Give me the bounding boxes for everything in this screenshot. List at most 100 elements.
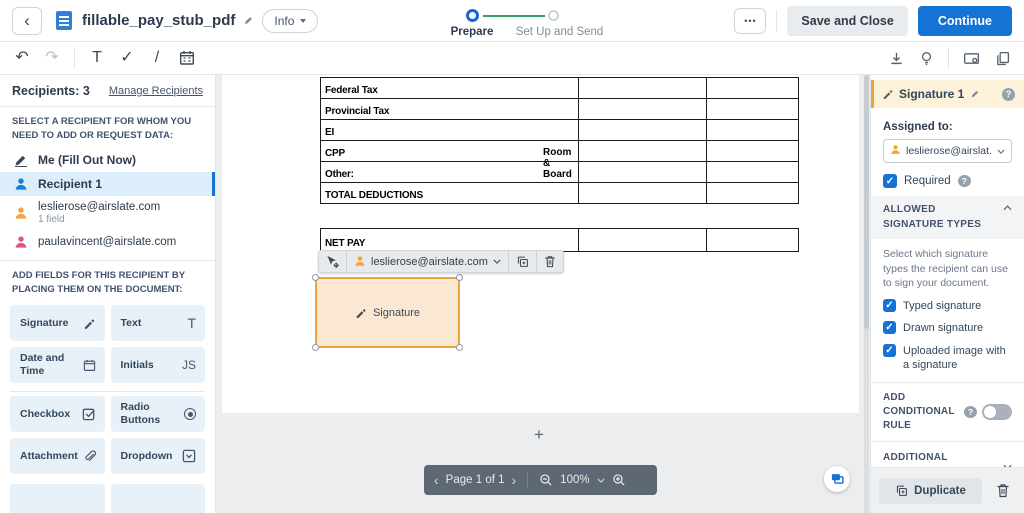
recipient-item-leslierose[interactable]: leslierose@airslate.com 1 field [0, 196, 215, 230]
field-assignee-dropdown[interactable]: leslierose@airslate.com [347, 251, 509, 272]
check-tool-icon[interactable]: ✓ [119, 50, 135, 66]
resize-handle[interactable] [312, 344, 319, 351]
signature-type-row: ✓ Uploaded image with a signature [883, 344, 1012, 373]
chevron-down-icon [997, 149, 1005, 154]
field-settings-panel: Signature 1 ? Assigned to: leslierose@ai… [870, 75, 1024, 513]
allowed-signature-types-header[interactable]: ALLOWED SIGNATURE TYPES [871, 196, 1024, 239]
recipient-item-me[interactable]: Me (Fill Out Now) [0, 148, 215, 172]
signature-field-label: Signature [373, 307, 420, 319]
redo-icon[interactable]: ↷ [44, 50, 60, 66]
field-button-checkbox[interactable]: Checkbox [10, 396, 105, 432]
help-icon[interactable]: ? [964, 406, 977, 418]
delete-field-button[interactable] [537, 251, 563, 272]
text-tool-icon[interactable]: T [89, 50, 105, 66]
table-row: Other: Room & Board [321, 162, 799, 183]
download-icon[interactable] [888, 51, 904, 66]
zoom-out-icon[interactable] [539, 473, 553, 487]
document-file-icon [56, 11, 72, 30]
add-page-button[interactable]: + [534, 425, 544, 445]
back-button[interactable]: ‹ [12, 7, 42, 35]
field-button-partial[interactable] [10, 484, 105, 513]
step-connector [483, 15, 545, 17]
continue-button[interactable]: Continue [918, 6, 1012, 36]
field-properties-icon[interactable] [963, 51, 980, 66]
save-and-close-button[interactable]: Save and Close [787, 6, 907, 36]
step-setup-dot [548, 10, 559, 21]
zoom-dropdown-caret[interactable] [597, 478, 605, 483]
field-button-partial[interactable] [111, 484, 206, 513]
initials-icon: JS [182, 358, 196, 372]
edit-field-name-icon[interactable] [970, 89, 980, 99]
person-icon [354, 255, 366, 269]
required-checkbox[interactable]: ✓ [883, 174, 897, 188]
step-setup-label: Set Up and Send [502, 26, 617, 38]
delete-field-button[interactable] [990, 478, 1016, 504]
undo-icon[interactable]: ↶ [14, 50, 30, 66]
additional-settings-header[interactable]: ADDITIONAL SETTINGS [871, 441, 1024, 467]
allowed-signature-types-description: Select which signature types the recipie… [883, 247, 1012, 291]
copy-pages-icon[interactable] [994, 51, 1010, 66]
lightbulb-icon[interactable] [918, 51, 934, 66]
page-indicator: Page 1 of 1 [446, 474, 505, 486]
move-field-handle[interactable] [319, 251, 347, 272]
info-label: Info [274, 14, 294, 28]
resize-handle[interactable] [456, 274, 463, 281]
field-context-toolbar: leslierose@airslate.com [318, 250, 564, 273]
more-options-button[interactable]: ••• [734, 8, 766, 34]
field-assignee-email: leslierose@airslate.com [371, 256, 488, 268]
field-button-dropdown[interactable]: Dropdown [111, 438, 206, 474]
signature-field-placed[interactable]: Signature [315, 277, 460, 348]
field-button-signature[interactable]: Signature [10, 305, 105, 341]
prev-page-button[interactable]: ‹ [434, 473, 439, 487]
radio-icon [184, 408, 196, 420]
dropdown-icon [182, 449, 196, 463]
manage-recipients-link[interactable]: Manage Recipients [109, 85, 203, 97]
recipient-item-paulavincent[interactable]: paulavincent@airslate.com [0, 230, 215, 254]
table-row: NET PAY [321, 229, 799, 252]
document-canvas[interactable]: Federal Tax Provincial Tax EI CPP [216, 75, 870, 513]
field-button-initials[interactable]: Initials JS [111, 347, 206, 383]
help-icon[interactable]: ? [1002, 88, 1015, 101]
field-button-date-time[interactable]: Date and Time [10, 347, 105, 383]
field-button-attachment[interactable]: Attachment [10, 438, 105, 474]
zoom-level: 100% [560, 474, 589, 486]
field-button-text[interactable]: Text T [111, 305, 206, 341]
top-header: ‹ fillable_pay_stub_pdf Info Prepare Set… [0, 0, 1024, 42]
chat-support-button[interactable] [824, 466, 850, 492]
signature-icon [83, 317, 96, 330]
line-tool-icon[interactable]: / [149, 50, 165, 66]
info-dropdown[interactable]: Info [262, 9, 318, 33]
zoom-in-icon[interactable] [612, 473, 626, 487]
table-row: EI [321, 120, 799, 141]
date-tool-icon[interactable] [179, 50, 195, 66]
assigned-to-label: Assigned to: [883, 121, 1012, 133]
resize-handle[interactable] [312, 274, 319, 281]
duplicate-field-button[interactable] [509, 251, 537, 272]
duplicate-button[interactable]: Duplicate [879, 478, 982, 504]
person-icon [14, 206, 28, 220]
document-page: Federal Tax Provincial Tax EI CPP [222, 75, 859, 413]
assigned-to-dropdown[interactable]: leslierose@airslat... [883, 139, 1012, 163]
canvas-scrollbar[interactable] [864, 75, 869, 513]
table-row: Provincial Tax [321, 99, 799, 120]
conditional-rule-toggle[interactable] [982, 404, 1012, 420]
field-button-radio-buttons[interactable]: Radio Buttons [111, 396, 206, 432]
app-window: ‹ fillable_pay_stub_pdf Info Prepare Set… [0, 0, 1024, 513]
chevron-up-icon [1003, 203, 1012, 211]
assigned-to-value: leslierose@airslat... [906, 145, 992, 157]
table-row: TOTAL DEDUCTIONS [321, 183, 799, 204]
step-prepare-label: Prepare [437, 26, 507, 38]
drawn-signature-checkbox[interactable]: ✓ [883, 321, 896, 334]
resize-handle[interactable] [456, 344, 463, 351]
recipient-item-recipient1[interactable]: Recipient 1 [0, 172, 215, 196]
typed-signature-checkbox[interactable]: ✓ [883, 299, 896, 312]
help-icon[interactable]: ? [958, 175, 971, 187]
signature-icon [355, 307, 367, 319]
select-recipient-hint: SELECT A RECIPIENT FOR WHOM YOU NEED TO … [0, 107, 215, 148]
divider [527, 471, 528, 489]
editor-toolbar: ↶ ↷ T ✓ / [0, 42, 1024, 75]
next-page-button[interactable]: › [512, 473, 517, 487]
rename-pencil-icon[interactable] [243, 15, 254, 26]
uploaded-image-checkbox[interactable]: ✓ [883, 344, 896, 357]
required-label: Required [904, 175, 951, 187]
